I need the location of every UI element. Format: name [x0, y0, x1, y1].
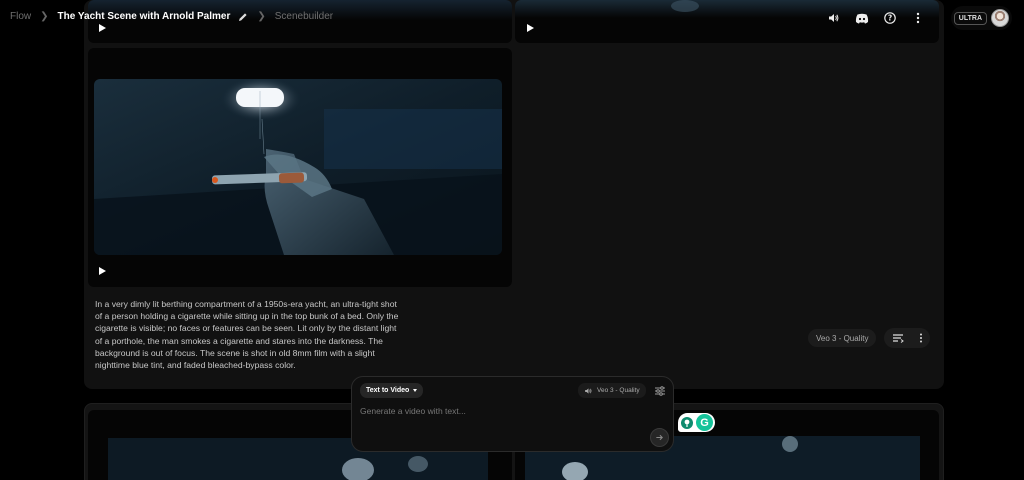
avatar[interactable] [991, 9, 1009, 27]
grammarly-widget[interactable]: G [678, 413, 715, 432]
mode-dropdown[interactable]: Text to Video [360, 383, 424, 398]
header-actions: ? ULTRA [825, 6, 1024, 30]
chevron-right-icon: ❯ [257, 11, 266, 22]
video-thumbnail [94, 79, 502, 255]
more-vert-icon[interactable] [909, 9, 927, 27]
caret-down-icon [413, 389, 418, 392]
prompt-composer: Text to Video Veo 3 - Quality [351, 376, 674, 452]
svg-text:?: ? [888, 14, 892, 23]
discord-icon[interactable] [853, 9, 871, 27]
scene-prompt: In a very dimly lit berthing compartment… [95, 299, 399, 371]
volume-icon[interactable] [825, 9, 843, 27]
pencil-icon[interactable] [238, 12, 248, 22]
mode-label: Text to Video [366, 387, 410, 394]
clip-actions [884, 328, 930, 348]
chevron-right-icon: ❯ [40, 11, 49, 22]
location-pin-icon[interactable] [681, 416, 693, 429]
volume-icon [585, 387, 592, 394]
model-selector[interactable]: Veo 3 - Quality [578, 383, 646, 398]
breadcrumb-scenebuilder[interactable]: Scenebuilder [275, 11, 333, 22]
arrow-right-icon [656, 434, 663, 441]
more-vert-icon[interactable] [919, 333, 923, 343]
prompt-list-icon[interactable] [892, 333, 904, 343]
prompt-input[interactable] [360, 404, 640, 418]
model-label: Veo 3 - Quality [597, 387, 640, 394]
plan-badge: ULTRA [953, 11, 987, 25]
account-chip[interactable]: ULTRA [950, 6, 1012, 30]
video-clip-current[interactable] [88, 48, 512, 287]
model-badge[interactable]: Veo 3 - Quality [808, 329, 877, 347]
grammarly-icon[interactable]: G [696, 414, 713, 431]
breadcrumb-flow[interactable]: Flow [10, 11, 31, 22]
top-bar: Flow ❯ The Yacht Scene with Arnold Palme… [0, 0, 1024, 36]
help-icon[interactable]: ? [881, 9, 899, 27]
tune-icon[interactable] [654, 385, 666, 397]
send-button[interactable] [650, 428, 669, 447]
play-icon[interactable] [99, 267, 106, 275]
project-title[interactable]: The Yacht Scene with Arnold Palmer [58, 11, 231, 22]
breadcrumb: Flow ❯ The Yacht Scene with Arnold Palme… [10, 11, 333, 22]
